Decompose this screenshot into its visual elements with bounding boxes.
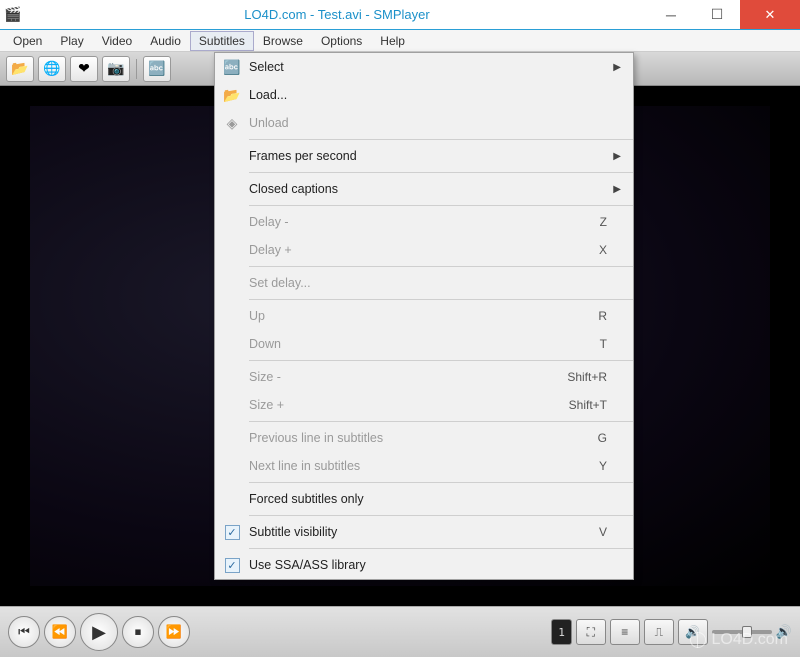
shortcut-label: T: [600, 337, 607, 351]
menuitem-previous-line-in-subtitles: Previous line in subtitlesG: [215, 424, 633, 452]
shortcut-label: Y: [599, 459, 607, 473]
time-display: 1: [551, 619, 572, 645]
minimize-button[interactable]: ─: [648, 0, 694, 29]
menuitem-label: Closed captions: [249, 182, 607, 196]
shortcut-label: G: [598, 431, 607, 445]
menuitem-unload: ◈Unload: [215, 109, 633, 137]
menuitem-label: Unload: [249, 116, 607, 130]
menu-subtitles[interactable]: Subtitles: [190, 31, 254, 51]
menuitem-label: Up: [249, 309, 598, 323]
menu-separator: [249, 515, 633, 516]
menu-browse[interactable]: Browse: [254, 31, 312, 51]
menuitem-down: DownT: [215, 330, 633, 358]
menuitem-label: Delay -: [249, 215, 600, 229]
close-button[interactable]: ✕: [740, 0, 800, 29]
menuitem-delay: Delay -Z: [215, 208, 633, 236]
shortcut-label: R: [598, 309, 607, 323]
menuitem-label: Select: [249, 60, 607, 74]
playback-controls: ⏮ ⏪ ▶ ⏹ ⏩ 1 ⛶ ≡ ⎍ 🔊 🔊: [0, 606, 800, 657]
rewind-button[interactable]: ⏪: [44, 616, 76, 648]
globe-icon[interactable]: 🌐: [38, 56, 66, 82]
menu-separator: [249, 482, 633, 483]
abc-icon: 🔤: [215, 59, 249, 76]
titlebar: 🎬 LO4D.com - Test.avi - SMPlayer ─ ☐ ✕: [0, 0, 800, 30]
menu-separator: [249, 139, 633, 140]
app-icon: 🎬: [0, 6, 26, 23]
play-button[interactable]: ▶: [80, 613, 118, 651]
watermark-text: LO4D.com: [712, 631, 788, 649]
menu-separator: [249, 266, 633, 267]
heart-icon[interactable]: ❤: [70, 56, 98, 82]
shortcut-label: V: [599, 525, 607, 539]
menuitem-label: Use SSA/ASS library: [249, 558, 607, 572]
menuitem-label: Next line in subtitles: [249, 459, 599, 473]
menuitem-load[interactable]: 📂Load...: [215, 81, 633, 109]
menuitem-label: Frames per second: [249, 149, 607, 163]
playlist-button[interactable]: ≡: [610, 619, 640, 645]
submenu-arrow-icon: ▶: [607, 184, 621, 195]
menuitem-label: Forced subtitles only: [249, 492, 607, 506]
fullscreen-button[interactable]: ⛶: [576, 619, 606, 645]
menu-video[interactable]: Video: [93, 31, 141, 51]
shortcut-label: X: [599, 243, 607, 257]
subtitles-menu: 🔤Select▶📂Load...◈UnloadFrames per second…: [214, 52, 634, 580]
menuitem-use-ssa-ass-library[interactable]: ✓Use SSA/ASS library: [215, 551, 633, 579]
menuitem-select[interactable]: 🔤Select▶: [215, 53, 633, 81]
menuitem-label: Delay +: [249, 243, 599, 257]
menuitem-closed-captions[interactable]: Closed captions▶: [215, 175, 633, 203]
menu-separator: [249, 299, 633, 300]
checkbox-icon: ✓: [215, 525, 249, 540]
menuitem-next-line-in-subtitles: Next line in subtitlesY: [215, 452, 633, 480]
menubar: OpenPlayVideoAudioSubtitlesBrowseOptions…: [0, 30, 800, 52]
shortcut-label: Z: [600, 215, 607, 229]
menuitem-label: Subtitle visibility: [249, 525, 599, 539]
stop-button[interactable]: ⏹: [122, 616, 154, 648]
menu-separator: [249, 172, 633, 173]
submenu-arrow-icon: ▶: [607, 62, 621, 73]
menuitem-up: UpR: [215, 302, 633, 330]
menuitem-size: Size -Shift+R: [215, 363, 633, 391]
menu-open[interactable]: Open: [4, 31, 51, 51]
menuitem-label: Down: [249, 337, 600, 351]
equalizer-button[interactable]: ⎍: [644, 619, 674, 645]
menuitem-subtitle-visibility[interactable]: ✓Subtitle visibilityV: [215, 518, 633, 546]
menuitem-delay: Delay +X: [215, 236, 633, 264]
menuitem-label: Size -: [249, 370, 567, 384]
menu-help[interactable]: Help: [371, 31, 414, 51]
prev-track-button[interactable]: ⏮: [8, 616, 40, 648]
menuitem-label: Size +: [249, 398, 569, 412]
shortcut-label: Shift+T: [569, 398, 607, 412]
menu-separator: [249, 360, 633, 361]
globe-icon: [690, 632, 706, 648]
menuitem-label: Load...: [249, 88, 607, 102]
checkbox-icon: ✓: [215, 558, 249, 573]
menuitem-size: Size +Shift+T: [215, 391, 633, 419]
menu-separator: [249, 548, 633, 549]
menu-separator: [249, 421, 633, 422]
maximize-button[interactable]: ☐: [694, 0, 740, 29]
menuitem-forced-subtitles-only[interactable]: Forced subtitles only: [215, 485, 633, 513]
submenu-arrow-icon: ▶: [607, 151, 621, 162]
shortcut-label: Shift+R: [567, 370, 607, 384]
menuitem-frames-per-second[interactable]: Frames per second▶: [215, 142, 633, 170]
window-title: LO4D.com - Test.avi - SMPlayer: [26, 7, 648, 22]
menuitem-set-delay: Set delay...: [215, 269, 633, 297]
forward-button[interactable]: ⏩: [158, 616, 190, 648]
abc-icon[interactable]: 🔤: [143, 56, 171, 82]
menuitem-label: Previous line in subtitles: [249, 431, 598, 445]
menuitem-label: Set delay...: [249, 276, 607, 290]
window-buttons: ─ ☐ ✕: [648, 0, 800, 29]
menu-audio[interactable]: Audio: [141, 31, 190, 51]
disc-icon: ◈: [215, 115, 249, 132]
folder-icon[interactable]: 📂: [6, 56, 34, 82]
menu-options[interactable]: Options: [312, 31, 371, 51]
folder-icon: 📂: [215, 87, 249, 104]
menu-play[interactable]: Play: [51, 31, 92, 51]
camera-icon[interactable]: 📷: [102, 56, 130, 82]
toolbar-separator: [136, 59, 137, 79]
watermark: LO4D.com: [690, 631, 788, 649]
menu-separator: [249, 205, 633, 206]
